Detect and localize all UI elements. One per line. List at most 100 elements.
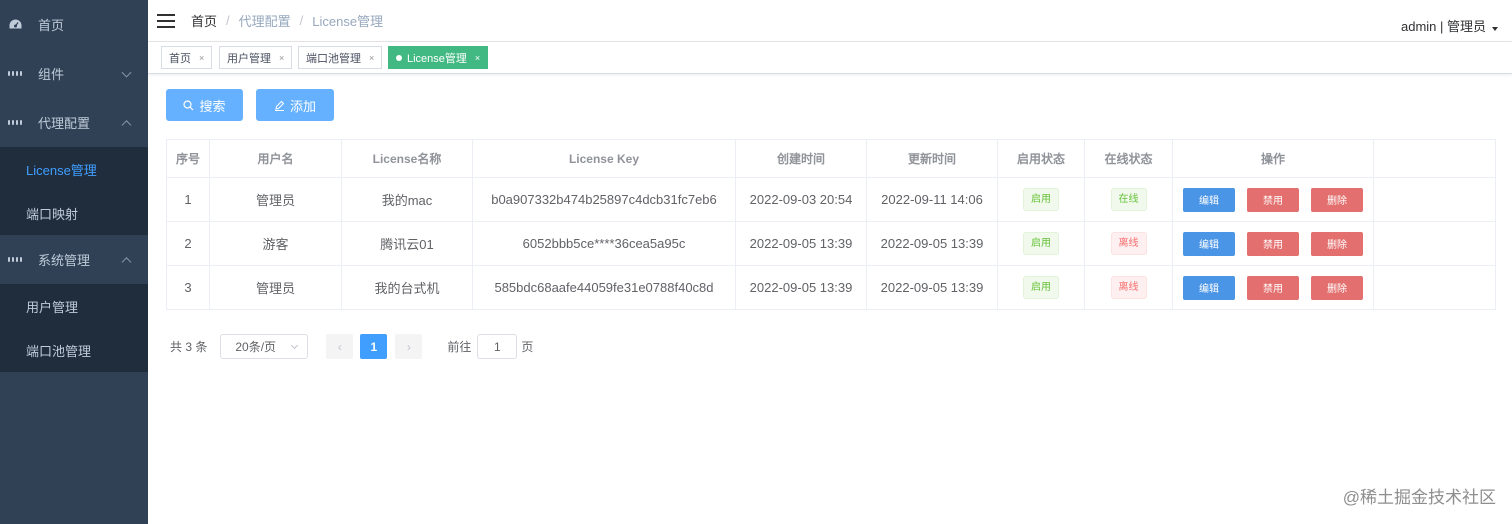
edit-button[interactable]: 编辑 [1183, 275, 1235, 300]
disable-button[interactable]: 禁用 [1247, 275, 1299, 300]
cell-updated: 2022-09-11 14:06 [867, 178, 998, 221]
tags-view: 首页 × 用户管理 × 端口池管理 × License管理 × [148, 42, 1512, 74]
cell-filler [1374, 222, 1495, 265]
prev-page-button[interactable]: ‹ [326, 334, 354, 359]
chevron-up-icon [121, 256, 132, 267]
column-header-license-name: License名称 [342, 140, 473, 177]
navbar: 首页 / 代理配置 / License管理 admin | 管理员 [148, 0, 1512, 42]
chevron-up-icon [121, 119, 132, 130]
cell-updated: 2022-09-05 13:39 [867, 222, 998, 265]
breadcrumb: 首页 / 代理配置 / License管理 [191, 11, 383, 30]
enabled-status-badge: 启用 [1023, 232, 1059, 255]
cell-license-name: 我的mac [342, 178, 473, 221]
cell-online: 离线 [1085, 222, 1173, 265]
online-status-badge: 离线 [1110, 276, 1147, 299]
cell-enabled: 启用 [998, 266, 1085, 309]
grid-icon [8, 116, 22, 130]
online-status-badge: 在线 [1110, 188, 1147, 211]
edit-button[interactable]: 编辑 [1183, 187, 1235, 212]
tag-license-management[interactable]: License管理 × [388, 46, 489, 69]
column-header-index: 序号 [167, 140, 210, 177]
edit-icon [274, 100, 285, 111]
cell-index: 3 [167, 266, 210, 309]
sidebar-item-label: 系统管理 [38, 253, 91, 268]
cell-index: 2 [167, 222, 210, 265]
tag-label: 端口池管理 [306, 52, 361, 65]
breadcrumb-separator: / [226, 13, 230, 28]
next-page-button[interactable]: › [395, 334, 423, 359]
page-size-value: 20条/页 [235, 340, 277, 354]
close-icon[interactable]: × [475, 53, 480, 63]
page-number-button[interactable]: 1 [360, 334, 388, 359]
goto-page-input[interactable] [477, 334, 518, 359]
sidebar-item-label: 首页 [38, 18, 65, 33]
tag-label: License管理 [407, 52, 467, 65]
grid-icon [8, 67, 22, 81]
cell-created: 2022-09-05 13:39 [736, 222, 867, 265]
column-header-created: 创建时间 [736, 140, 867, 177]
column-header-enabled: 启用状态 [998, 140, 1085, 177]
cell-online: 在线 [1085, 178, 1173, 221]
breadcrumb-license-management: License管理 [312, 14, 384, 29]
disable-button[interactable]: 禁用 [1247, 187, 1299, 212]
sidebar-item-port-pool-management[interactable]: 端口池管理 [0, 328, 148, 372]
cell-created: 2022-09-03 20:54 [736, 178, 867, 221]
sidebar-item-label: 组件 [38, 67, 65, 82]
tag-home[interactable]: 首页 × [161, 46, 213, 69]
sidebar-item-license-management[interactable]: License管理 [0, 147, 148, 191]
cell-filler [1374, 178, 1495, 221]
cell-enabled: 启用 [998, 178, 1085, 221]
watermark: @稀土掘金技术社区 [1342, 488, 1496, 507]
delete-button[interactable]: 删除 [1311, 231, 1363, 256]
cell-username: 管理员 [210, 178, 342, 221]
breadcrumb-proxy-config: 代理配置 [238, 14, 291, 29]
cell-index: 1 [167, 178, 210, 221]
sidebar-item-components[interactable]: 组件 [0, 49, 148, 98]
page-size-select[interactable]: 20条/页 [220, 334, 309, 359]
cell-enabled: 启用 [998, 222, 1085, 265]
delete-button[interactable]: 删除 [1311, 187, 1363, 212]
breadcrumb-separator: / [299, 13, 304, 28]
close-icon[interactable]: × [199, 53, 204, 63]
column-header-filler [1374, 140, 1495, 177]
sidebar-item-label: 用户管理 [26, 299, 79, 315]
sidebar-item-port-mapping[interactable]: 端口映射 [0, 191, 148, 235]
delete-button[interactable]: 删除 [1311, 275, 1363, 300]
add-button-label: 添加 [289, 98, 316, 114]
enabled-status-badge: 启用 [1023, 188, 1059, 211]
close-icon[interactable]: × [369, 53, 374, 63]
chevron-down-icon [291, 341, 299, 350]
tag-user-management[interactable]: 用户管理 × [219, 46, 293, 69]
sidebar-item-label: 代理配置 [38, 116, 91, 131]
close-icon[interactable]: × [279, 53, 284, 63]
user-dropdown[interactable]: admin | 管理员 [1401, 16, 1498, 35]
hamburger-menu-icon[interactable] [157, 13, 175, 28]
sidebar-item-system-management[interactable]: 系统管理 [0, 235, 148, 284]
table-header: 序号 用户名 License名称 License Key 创建时间 更新时间 启… [167, 140, 1495, 178]
tag-label: 用户管理 [227, 52, 271, 65]
caret-down-icon [1492, 26, 1498, 31]
breadcrumb-home[interactable]: 首页 [191, 11, 217, 30]
table-row: 3 管理员 我的台式机 585bdc68aafe44059fe31e0788f4… [167, 266, 1495, 309]
user-name: admin | 管理员 [1400, 19, 1486, 34]
sidebar-item-proxy-config[interactable]: 代理配置 [0, 98, 148, 147]
disable-button[interactable]: 禁用 [1247, 231, 1299, 256]
cell-created: 2022-09-05 13:39 [736, 266, 867, 309]
column-header-actions: 操作 [1173, 140, 1374, 177]
sidebar: 首页 组件 代理配置 License管理 端口映射 系统管理 用户管理 端口池管… [0, 0, 148, 524]
search-button[interactable]: 搜索 [166, 89, 243, 121]
grid-icon [8, 253, 22, 267]
cell-filler [1374, 266, 1495, 309]
sidebar-item-user-management[interactable]: 用户管理 [0, 284, 148, 328]
sidebar-item-label: License管理 [26, 162, 97, 178]
tag-port-pool-management[interactable]: 端口池管理 × [298, 46, 383, 69]
cell-username: 游客 [210, 222, 342, 265]
dashboard-icon [8, 18, 22, 32]
edit-button[interactable]: 编辑 [1183, 231, 1235, 256]
chevron-down-icon [121, 67, 132, 78]
cell-license-name: 腾讯云01 [342, 222, 473, 265]
cell-actions: 编辑 禁用 删除 [1173, 266, 1374, 309]
sidebar-item-home[interactable]: 首页 [0, 0, 148, 49]
add-button[interactable]: 添加 [256, 89, 334, 121]
cell-license-key: 585bdc68aafe44059fe31e0788f40c8d [473, 266, 736, 309]
